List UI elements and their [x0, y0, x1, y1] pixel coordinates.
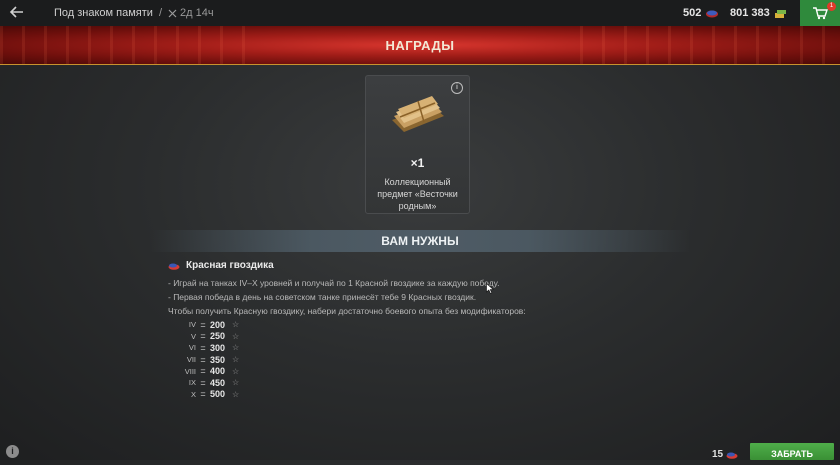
tier-equals: =	[200, 319, 206, 330]
tier-level: VI	[188, 343, 196, 353]
xp-tier-row: VI = 300 ☆	[184, 342, 239, 354]
xp-star-icon: ☆	[232, 343, 240, 353]
tier-level: IV	[188, 320, 196, 330]
tier-level: VII	[186, 355, 196, 365]
tier-xp: 500	[210, 389, 226, 400]
tier-xp: 250	[210, 331, 226, 342]
xp-tier-row: IX = 450 ☆	[184, 377, 239, 389]
tier-equals: =	[200, 354, 206, 365]
tier-equals: =	[200, 366, 206, 377]
claim-button[interactable]: ЗАБРАТЬ	[750, 443, 834, 460]
condition-line: - Первая победа в день на советском танк…	[168, 292, 477, 302]
xp-star-icon: ☆	[232, 355, 240, 365]
credits-balance[interactable]: 801 383	[730, 7, 787, 19]
cart-icon	[813, 7, 828, 20]
reward-name: Коллекционный предмет «Весточки родным»	[377, 177, 458, 211]
timer-text: 2д 14ч	[180, 7, 214, 19]
xp-tier-row: IV = 200 ☆	[184, 319, 239, 331]
tier-level: V	[190, 331, 196, 341]
tier-equals: =	[200, 342, 206, 353]
tier-equals: =	[200, 389, 206, 400]
condition-line: - Играй на танках IV–X уровней и получай…	[168, 278, 500, 288]
xp-star-icon: ☆	[232, 389, 240, 399]
tier-equals: =	[200, 331, 206, 342]
xp-tier-row: X = 500 ☆	[184, 389, 239, 401]
breadcrumb: Под знаком памяти / 2д 14ч	[54, 7, 214, 19]
shop-button[interactable]: 1	[800, 0, 840, 26]
xp-star-icon: ☆	[232, 320, 240, 330]
top-bar: Под знаком памяти / 2д 14ч 502 801 383 1	[0, 0, 840, 26]
need-title: ВАМ НУЖНЫ	[381, 234, 459, 248]
credits-amount: 801 383	[730, 7, 770, 19]
tier-xp: 450	[210, 377, 226, 388]
tier-level: X	[190, 389, 196, 399]
rewards-title: НАГРАДЫ	[385, 37, 455, 53]
xp-tier-row: VIII = 400 ☆	[184, 365, 239, 377]
gold-balance[interactable]: 502	[683, 7, 719, 19]
tier-xp: 400	[210, 366, 226, 377]
rewards-banner: НАГРАДЫ	[0, 26, 840, 65]
xp-star-icon: ☆	[232, 366, 240, 376]
gold-icon	[706, 10, 719, 17]
xp-star-icon: ☆	[232, 331, 240, 341]
back-arrow-icon[interactable]	[8, 3, 26, 21]
red-carnation-icon	[726, 452, 738, 459]
breadcrumb-event-link[interactable]: Под знаком памяти	[54, 7, 153, 19]
reward-quantity: ×1	[410, 156, 425, 170]
xp-star-icon: ☆	[232, 378, 240, 388]
tier-equals: =	[200, 377, 206, 388]
tier-level: VIII	[184, 366, 196, 376]
condition-line: Чтобы получить Красную гвоздику, набери …	[168, 306, 526, 316]
required-item: Красная гвоздика	[168, 260, 274, 271]
tier-xp: 200	[210, 319, 226, 330]
xp-tier-list: IV = 200 ☆ V = 250 ☆ VI = 300 ☆ VII = 35…	[184, 319, 239, 400]
crossed-swords-icon	[168, 9, 177, 17]
xp-tier-row: VII = 350 ☆	[184, 354, 239, 366]
need-header: ВАМ НУЖНЫ	[150, 230, 690, 252]
breadcrumb-separator: /	[158, 7, 163, 19]
tier-xp: 300	[210, 342, 226, 353]
tier-xp: 350	[210, 354, 226, 365]
mouse-cursor-icon	[486, 283, 494, 294]
tier-level: IX	[188, 378, 196, 388]
cost-amount: 15	[712, 449, 724, 460]
event-timer: 2д 14ч	[168, 7, 214, 19]
gold-amount: 502	[683, 7, 702, 19]
red-carnation-icon	[168, 263, 180, 270]
reward-card[interactable]: i ×1 Коллекционный предмет «Весточки род…	[365, 75, 470, 214]
shop-badge: 1	[827, 2, 836, 11]
required-item-name: Красная гвоздика	[186, 260, 274, 271]
info-icon[interactable]: i	[451, 82, 463, 94]
credits-icon	[774, 9, 786, 18]
info-icon[interactable]: i	[6, 445, 19, 458]
letters-bundle-icon	[392, 96, 444, 132]
claim-cost: 15	[712, 449, 738, 460]
xp-tier-row: V = 250 ☆	[184, 331, 239, 343]
